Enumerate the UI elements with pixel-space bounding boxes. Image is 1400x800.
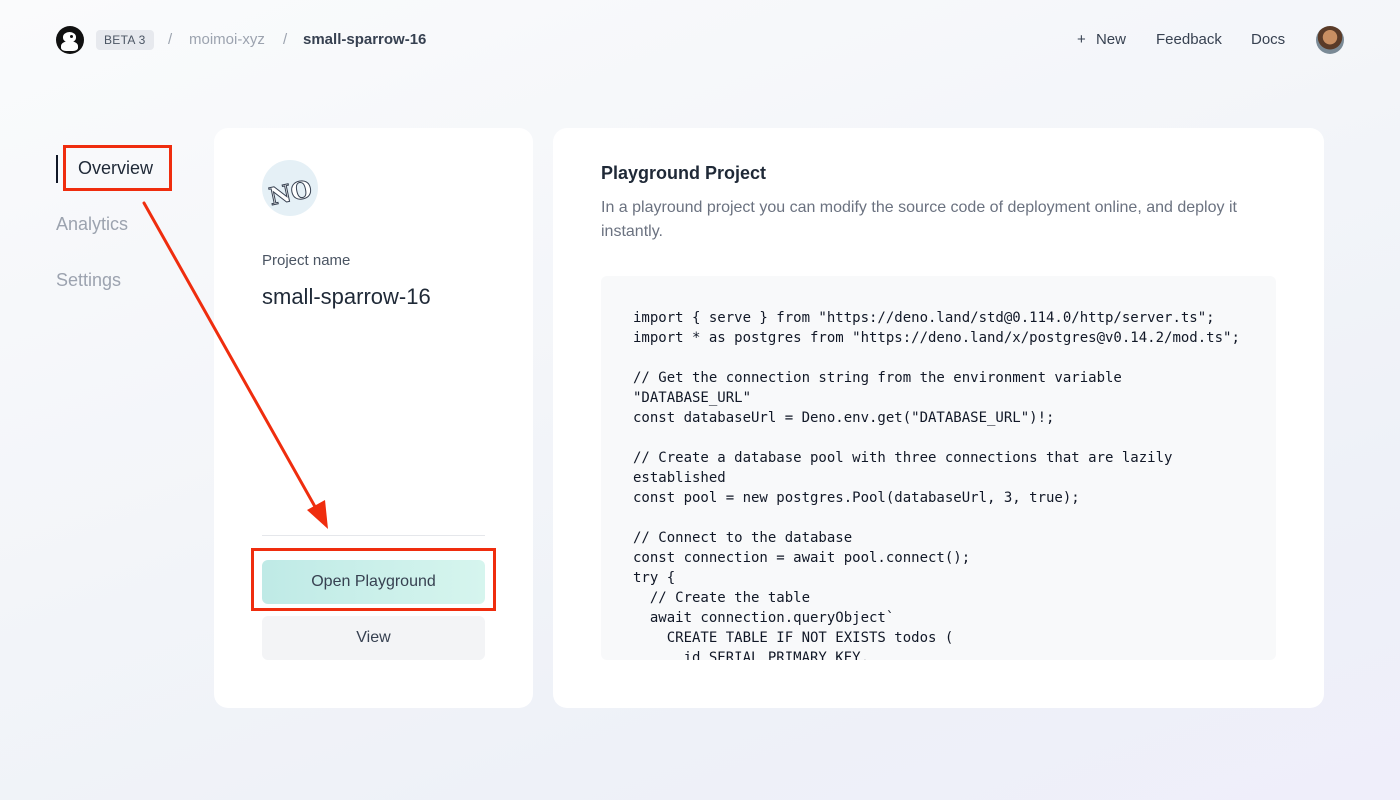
panel-title: Playground Project: [601, 163, 767, 183]
new-button[interactable]: + New: [1077, 31, 1126, 48]
code-text: import { serve } from "https://deno.land…: [633, 310, 1240, 660]
playground-panel: Playground Project In a playround projec…: [553, 128, 1324, 708]
docs-link[interactable]: Docs: [1251, 31, 1285, 48]
panel-description: In a playround project you can modify th…: [601, 199, 1237, 240]
project-icon: NO: [262, 160, 318, 216]
breadcrumb-separator: /: [168, 31, 173, 48]
deno-logo-icon[interactable]: [56, 26, 84, 54]
top-header: BETA 3 / moimoi-xyz / small-sparrow-16 +…: [0, 0, 1400, 80]
user-avatar[interactable]: [1316, 26, 1344, 54]
active-indicator: [56, 155, 58, 183]
code-preview[interactable]: import { serve } from "https://deno.land…: [601, 276, 1276, 660]
view-button[interactable]: View: [262, 616, 485, 660]
breadcrumb-org[interactable]: moimoi-xyz: [189, 31, 265, 48]
project-icon-text: NO: [266, 173, 315, 212]
beta-badge: BETA 3: [96, 30, 154, 50]
sidebar-item-analytics[interactable]: Analytics: [56, 214, 128, 235]
open-playground-button[interactable]: Open Playground: [262, 560, 485, 604]
project-name: small-sparrow-16: [262, 284, 431, 309]
project-card: NO Project name small-sparrow-16 Open Pl…: [214, 128, 533, 708]
divider: [262, 535, 485, 536]
breadcrumb-separator: /: [283, 31, 288, 48]
sidebar-item-overview[interactable]: Overview: [78, 158, 153, 179]
breadcrumb-project[interactable]: small-sparrow-16: [303, 31, 426, 48]
plus-icon: +: [1077, 31, 1086, 48]
feedback-link[interactable]: Feedback: [1156, 31, 1222, 48]
project-name-label: Project name: [262, 252, 351, 269]
new-label: New: [1095, 31, 1126, 48]
sidebar-item-settings[interactable]: Settings: [56, 270, 121, 291]
